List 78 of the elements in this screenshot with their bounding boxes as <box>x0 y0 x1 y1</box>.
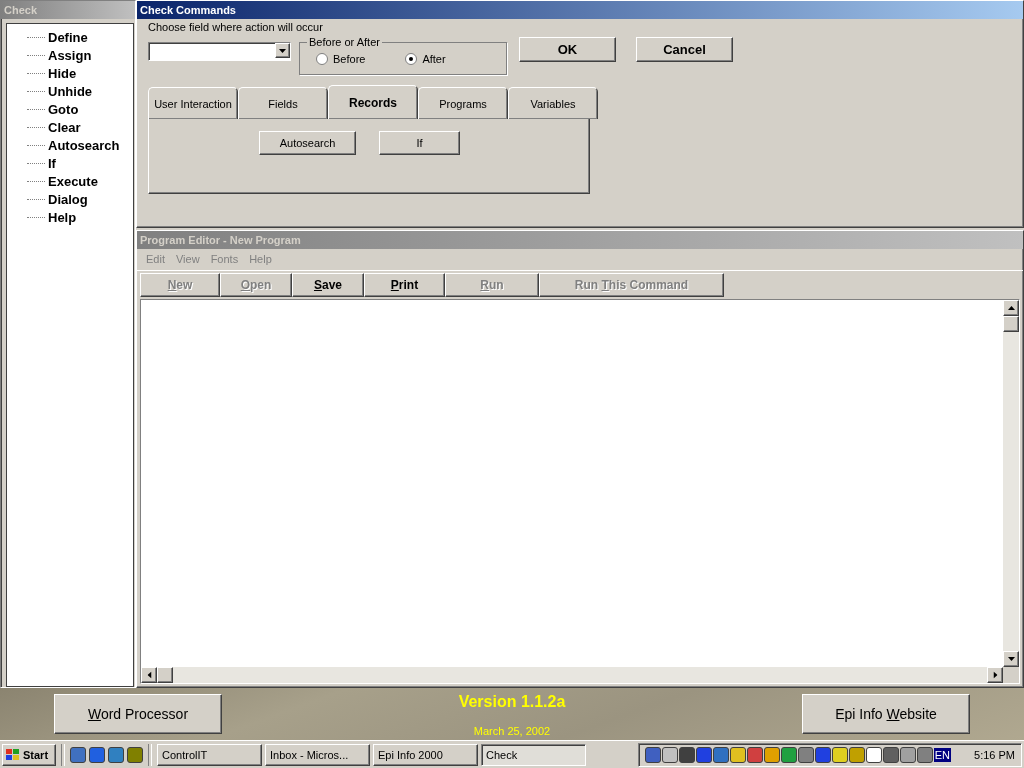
tree-item[interactable]: Execute <box>48 173 98 189</box>
panel-title: Check <box>1 1 135 19</box>
tab[interactable]: Programs <box>418 87 508 119</box>
horizontal-scrollbar[interactable] <box>141 667 1003 683</box>
taskbar-button[interactable]: Check <box>481 743 586 766</box>
right-arrow-icon <box>993 671 997 679</box>
tree-item[interactable]: If <box>48 155 56 171</box>
command-button[interactable]: Autosearch <box>259 131 356 155</box>
tree-item[interactable]: Autosearch <box>48 137 120 153</box>
tree-item[interactable]: Unhide <box>48 83 93 99</box>
start-button[interactable]: Start <box>2 743 56 766</box>
version-text: Version 1.1.2a <box>458 693 566 711</box>
tab[interactable]: Fields <box>238 87 328 119</box>
tab[interactable]: Variables <box>508 87 598 119</box>
tree-item[interactable]: Hide <box>48 65 77 81</box>
window-title: Check Commands <box>137 1 1023 19</box>
radio-button[interactable] <box>405 52 418 65</box>
tree-item[interactable]: Clear <box>48 119 81 135</box>
release-date: March 25, 2002 <box>473 725 551 737</box>
tray-icon[interactable] <box>865 746 882 763</box>
editor-title: Program Editor - New Program <box>137 231 1023 249</box>
tray-icon[interactable] <box>712 746 729 763</box>
quick-launch-icon[interactable] <box>127 746 143 763</box>
tray-icon[interactable] <box>644 746 661 763</box>
command-button[interactable]: If <box>379 131 460 155</box>
dialog-button[interactable]: Cancel <box>636 37 733 62</box>
tray-icon[interactable] <box>848 746 865 763</box>
tree-item[interactable]: Dialog <box>48 191 88 207</box>
word-processor-button[interactable]: Word Processor <box>54 694 222 734</box>
tray-icon[interactable] <box>831 746 848 763</box>
tray-icon[interactable] <box>695 746 712 763</box>
toolbar-button[interactable]: Save <box>292 273 364 297</box>
tray-icon[interactable] <box>763 746 780 763</box>
windows-logo-icon <box>5 747 21 762</box>
taskbar-button[interactable]: ControlIT <box>157 743 262 766</box>
radio-label: Before <box>333 52 366 65</box>
left-arrow-icon <box>147 671 151 679</box>
radio-button[interactable] <box>316 52 328 65</box>
up-arrow-icon <box>1007 306 1015 310</box>
tray-icon[interactable] <box>797 746 814 763</box>
quick-launch-icon[interactable] <box>89 746 105 763</box>
quick-launch-icon[interactable] <box>70 746 86 763</box>
tray-icon[interactable] <box>899 746 916 763</box>
scroll-down-button[interactable] <box>1003 651 1019 667</box>
clock: 5:16 PM <box>974 748 1015 761</box>
tree-item[interactable]: Assign <box>48 47 92 63</box>
tray-icon[interactable] <box>678 746 695 763</box>
radio-label: After <box>422 52 446 65</box>
taskbar-button[interactable]: Inbox - Micros... <box>265 743 370 766</box>
tray-icon[interactable] <box>814 746 831 763</box>
scroll-thumb[interactable] <box>1003 316 1019 332</box>
tray-icon[interactable] <box>916 746 933 763</box>
tree-item[interactable]: Define <box>48 29 88 45</box>
tab[interactable]: Records <box>328 85 418 119</box>
scroll-thumb[interactable] <box>157 667 173 683</box>
tray-icon[interactable] <box>780 746 797 763</box>
tree-item[interactable]: Goto <box>48 101 79 117</box>
scroll-up-button[interactable] <box>1003 300 1019 316</box>
group-legend: Before or After <box>307 36 382 48</box>
scroll-left-button[interactable] <box>141 667 157 683</box>
down-arrow-icon <box>1007 657 1015 661</box>
dropdown-arrow-icon <box>279 48 286 53</box>
field-dropdown[interactable] <box>148 42 291 61</box>
tray-icon[interactable] <box>729 746 746 763</box>
tree-item[interactable]: Help <box>48 209 77 225</box>
field-label: Choose field where action will occur <box>148 21 324 33</box>
language-indicator[interactable]: EN <box>933 747 952 762</box>
toolbar-button[interactable]: Print <box>364 273 445 297</box>
tray-icon[interactable] <box>882 746 899 763</box>
website-button[interactable]: Epi Info Website <box>802 694 970 734</box>
tab[interactable]: User Interaction <box>148 87 238 119</box>
quick-launch-icon[interactable] <box>108 746 124 763</box>
scroll-right-button[interactable] <box>987 667 1003 683</box>
dialog-button[interactable]: OK <box>519 37 616 62</box>
tray-icon[interactable] <box>661 746 678 763</box>
vertical-scrollbar[interactable] <box>1003 300 1019 667</box>
taskbar-button[interactable]: Epi Info 2000 <box>373 743 478 766</box>
tray-icon[interactable] <box>746 746 763 763</box>
